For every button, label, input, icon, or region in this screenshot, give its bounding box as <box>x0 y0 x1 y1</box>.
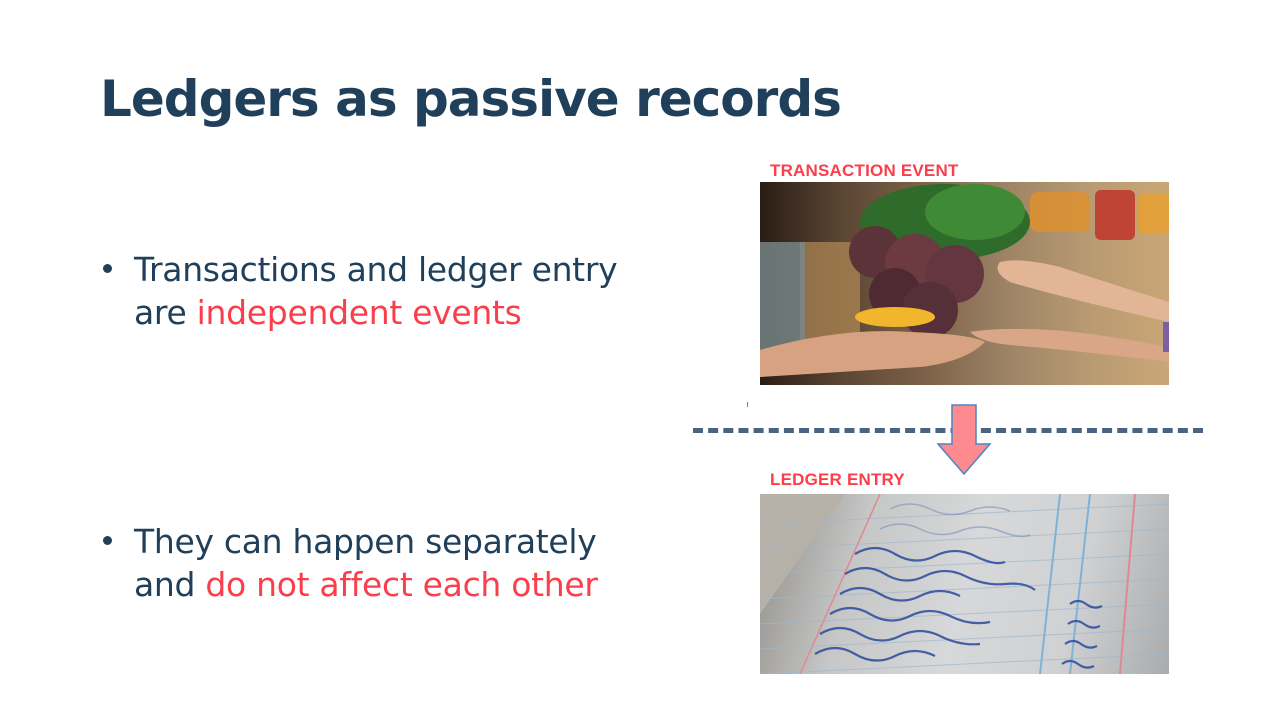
bullet-highlight: do not affect each other <box>205 565 598 604</box>
photo-hands-exchanging-beets-icon <box>760 184 1169 377</box>
bullet-highlight: independent events <box>196 293 522 332</box>
bullet-text: Transactions and ledger entry are indepe… <box>134 248 743 334</box>
transaction-event-label: TRANSACTION EVENT <box>770 161 959 180</box>
bullet-dot-icon <box>103 536 112 545</box>
bullet-text: They can happen separately and do not af… <box>134 520 743 606</box>
transaction-event-photo <box>760 182 1169 385</box>
bullet-point-2: They can happen separately and do not af… <box>103 520 743 606</box>
bullet-line-2-prefix: are <box>134 293 197 332</box>
photo-handwritten-ledger-icon <box>760 494 1169 674</box>
slide-title: Ledgers as passive records <box>100 70 842 128</box>
ledger-entry-photo <box>760 494 1169 674</box>
down-arrow-icon <box>936 404 992 476</box>
stray-mark <box>747 402 748 407</box>
bullet-point-1: Transactions and ledger entry are indepe… <box>103 248 743 334</box>
bullet-line-1: Transactions and ledger entry <box>134 250 618 289</box>
bullet-dot-icon <box>103 264 112 273</box>
bullet-line-1: They can happen separately <box>134 522 597 561</box>
ledger-entry-label: LEDGER ENTRY <box>770 470 905 489</box>
bullet-line-2-prefix: and <box>134 565 206 604</box>
